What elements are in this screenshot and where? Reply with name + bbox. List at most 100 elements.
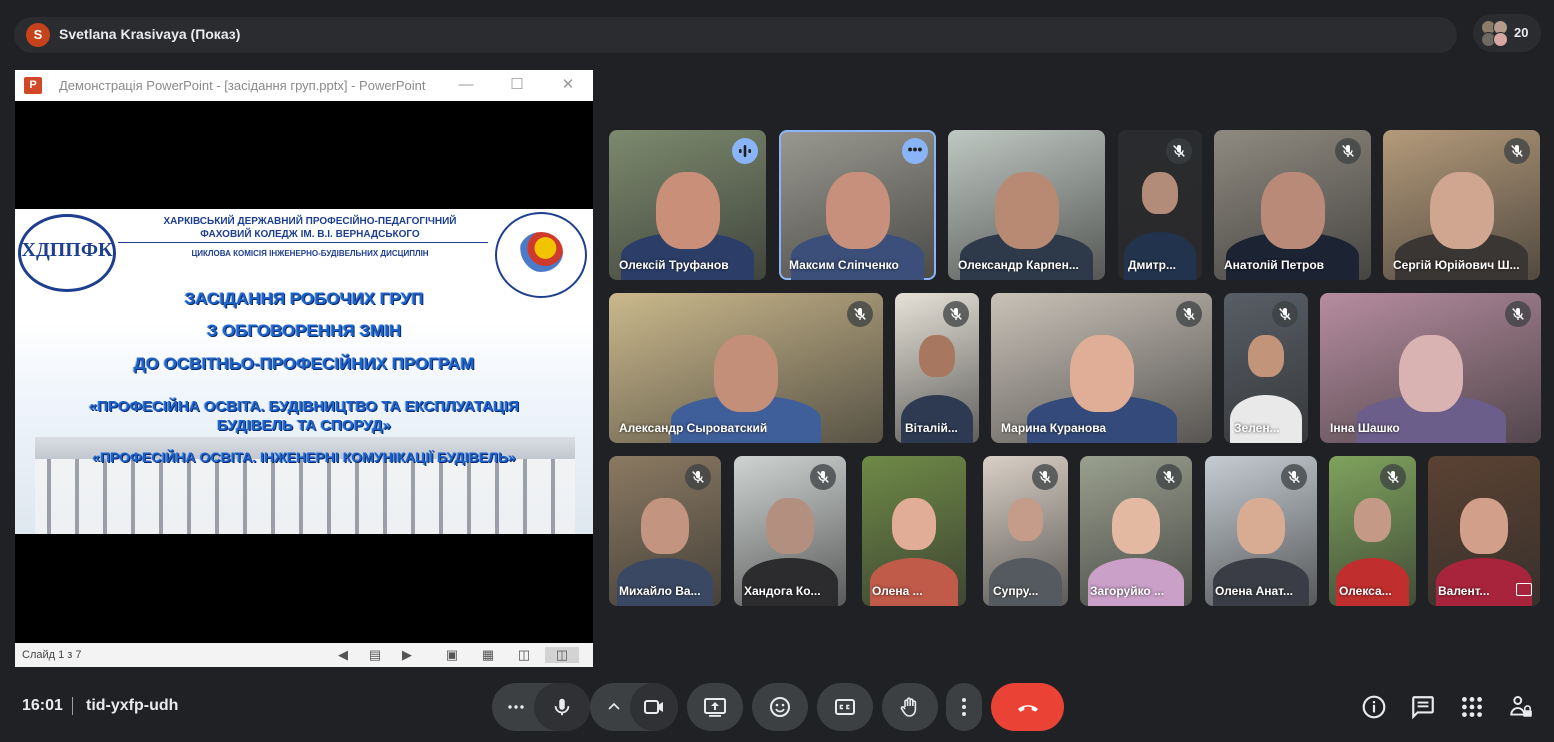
present-button[interactable] bbox=[687, 683, 743, 731]
participant-video bbox=[1237, 498, 1285, 555]
mic-off-icon bbox=[1272, 301, 1298, 327]
participant-video bbox=[919, 335, 955, 378]
participant-name: Михайло Ва... bbox=[619, 584, 701, 598]
participant-video bbox=[714, 335, 778, 412]
participant-tile[interactable]: Олекса... bbox=[1329, 456, 1416, 606]
participant-video bbox=[994, 172, 1059, 249]
window-titlebar: P Демонстрація PowerPoint - [засідання г… bbox=[15, 70, 593, 101]
camera-control-group bbox=[590, 683, 678, 731]
info-icon[interactable] bbox=[1361, 694, 1387, 720]
participant-tile[interactable]: Загоруйко ... bbox=[1080, 456, 1192, 606]
participant-video bbox=[989, 558, 1062, 606]
participant-name: Олексій Труфанов bbox=[619, 258, 729, 272]
slide-title-line: З ОБГОВОРЕННЯ ЗМІН bbox=[206, 321, 402, 340]
slideshow-icon[interactable]: ◫ bbox=[545, 647, 579, 663]
mic-off-icon bbox=[1335, 138, 1361, 164]
participant-video bbox=[1335, 558, 1410, 606]
divider bbox=[118, 242, 488, 243]
maximize-icon[interactable]: ☐ bbox=[503, 74, 531, 96]
mic-off-icon bbox=[1166, 138, 1192, 164]
participant-tile[interactable]: Валент... bbox=[1428, 456, 1540, 606]
picture-in-picture-icon[interactable] bbox=[1516, 583, 1532, 596]
mic-off-icon bbox=[847, 301, 873, 327]
mic-off-icon bbox=[1032, 464, 1058, 490]
leave-call-button[interactable] bbox=[991, 683, 1064, 731]
mic-control-group bbox=[492, 683, 590, 731]
participants-button[interactable]: 20 bbox=[1473, 14, 1541, 52]
presentation-slide: ХДППФК ХАРКІВСЬКИЙ ДЕРЖАВНИЙ ПРОФЕСІЙНО-… bbox=[15, 209, 593, 534]
participant-name: Супру... bbox=[993, 584, 1039, 598]
chevron-up-icon[interactable] bbox=[606, 699, 622, 715]
participant-name: Інна Шашко bbox=[1330, 421, 1400, 435]
presenter-bar: S Svetlana Krasivaya (Показ) bbox=[14, 17, 1457, 53]
slide-menu-icon[interactable]: ▤ bbox=[367, 647, 383, 663]
participant-video bbox=[1460, 498, 1508, 555]
previous-slide-icon[interactable]: ◀ bbox=[335, 647, 351, 663]
participant-video bbox=[1088, 558, 1184, 606]
chat-icon[interactable] bbox=[1410, 694, 1436, 720]
reactions-button[interactable] bbox=[752, 683, 808, 731]
participant-tile[interactable]: Олексій Труфанов bbox=[609, 130, 766, 280]
participant-name: Олена Анат... bbox=[1215, 584, 1293, 598]
participant-tile[interactable]: Олена ... bbox=[862, 456, 966, 606]
activities-grid-icon[interactable] bbox=[1459, 694, 1485, 720]
participant-tile[interactable]: Дмитр... bbox=[1118, 130, 1202, 280]
clock: 16:01 bbox=[22, 697, 63, 714]
participant-video bbox=[1248, 335, 1284, 378]
participant-tile[interactable]: Інна Шашко bbox=[1320, 293, 1541, 443]
participant-tile[interactable]: Олена Анат... bbox=[1205, 456, 1317, 606]
participant-video bbox=[1429, 172, 1494, 249]
participant-tile[interactable]: Анатолій Петров bbox=[1214, 130, 1371, 280]
participant-video bbox=[655, 172, 720, 249]
participant-tile[interactable]: Александр Сыроватский bbox=[609, 293, 883, 443]
participant-video bbox=[1142, 172, 1178, 215]
host-controls-icon[interactable] bbox=[1508, 694, 1534, 720]
close-icon[interactable]: ✕ bbox=[554, 74, 582, 96]
participant-video bbox=[1069, 335, 1134, 412]
participant-tile[interactable]: Супру... bbox=[983, 456, 1068, 606]
present-screen-icon bbox=[704, 698, 726, 717]
participant-tile[interactable]: Марина Куранова bbox=[991, 293, 1212, 443]
participant-tile[interactable]: ••• Максим Сліпченко bbox=[779, 130, 936, 280]
raise-hand-button[interactable] bbox=[882, 683, 938, 731]
hand-icon bbox=[900, 697, 917, 717]
mic-off-icon bbox=[1176, 301, 1202, 327]
minimize-icon[interactable]: — bbox=[452, 74, 480, 96]
participant-tile[interactable]: Хандога Ко... bbox=[734, 456, 846, 606]
participant-name: Анатолій Петров bbox=[1224, 258, 1325, 272]
mic-off-icon bbox=[810, 464, 836, 490]
reading-view-icon[interactable]: ◫ bbox=[516, 647, 532, 663]
participant-tile[interactable]: Михайло Ва... bbox=[609, 456, 721, 606]
mic-off-icon bbox=[685, 464, 711, 490]
camera-button[interactable] bbox=[630, 683, 678, 731]
mic-off-icon bbox=[1281, 464, 1307, 490]
participant-name: Дмитр... bbox=[1128, 258, 1177, 272]
participant-tile[interactable]: Олександр Карпен... bbox=[948, 130, 1105, 280]
avatar bbox=[1493, 32, 1508, 47]
participant-tile[interactable]: Зелен... bbox=[1224, 293, 1308, 443]
meeting-code: tid-yxfp-udh bbox=[86, 697, 179, 714]
captions-button[interactable] bbox=[817, 683, 873, 731]
next-slide-icon[interactable]: ▶ bbox=[399, 647, 415, 663]
participant-video bbox=[1230, 395, 1302, 443]
window-title: Демонстрація PowerPoint - [засідання гру… bbox=[59, 78, 426, 93]
more-audio-options-icon[interactable] bbox=[506, 697, 526, 717]
mic-off-icon bbox=[1156, 464, 1182, 490]
participant-video bbox=[1436, 558, 1532, 606]
commission-seal bbox=[495, 212, 587, 298]
presenter-avatar: S bbox=[26, 23, 50, 47]
camera-icon bbox=[644, 700, 663, 714]
participant-video bbox=[1260, 172, 1325, 249]
normal-view-icon[interactable]: ▣ bbox=[444, 647, 460, 663]
slide-sorter-icon[interactable]: ▦ bbox=[480, 647, 496, 663]
participant-tile[interactable]: Віталій... bbox=[895, 293, 979, 443]
participant-name: Валент... bbox=[1438, 584, 1490, 598]
more-options-button[interactable] bbox=[946, 683, 982, 731]
more-options-icon[interactable]: ••• bbox=[902, 138, 928, 164]
microphone-button[interactable] bbox=[534, 683, 590, 731]
participant-count: 20 bbox=[1514, 25, 1529, 40]
hang-up-icon bbox=[1018, 705, 1038, 712]
participant-tile[interactable]: Сергій Юрійович Ш... bbox=[1383, 130, 1540, 280]
participant-video bbox=[901, 395, 973, 443]
presenter-name: Svetlana Krasivaya (Показ) bbox=[59, 26, 241, 42]
